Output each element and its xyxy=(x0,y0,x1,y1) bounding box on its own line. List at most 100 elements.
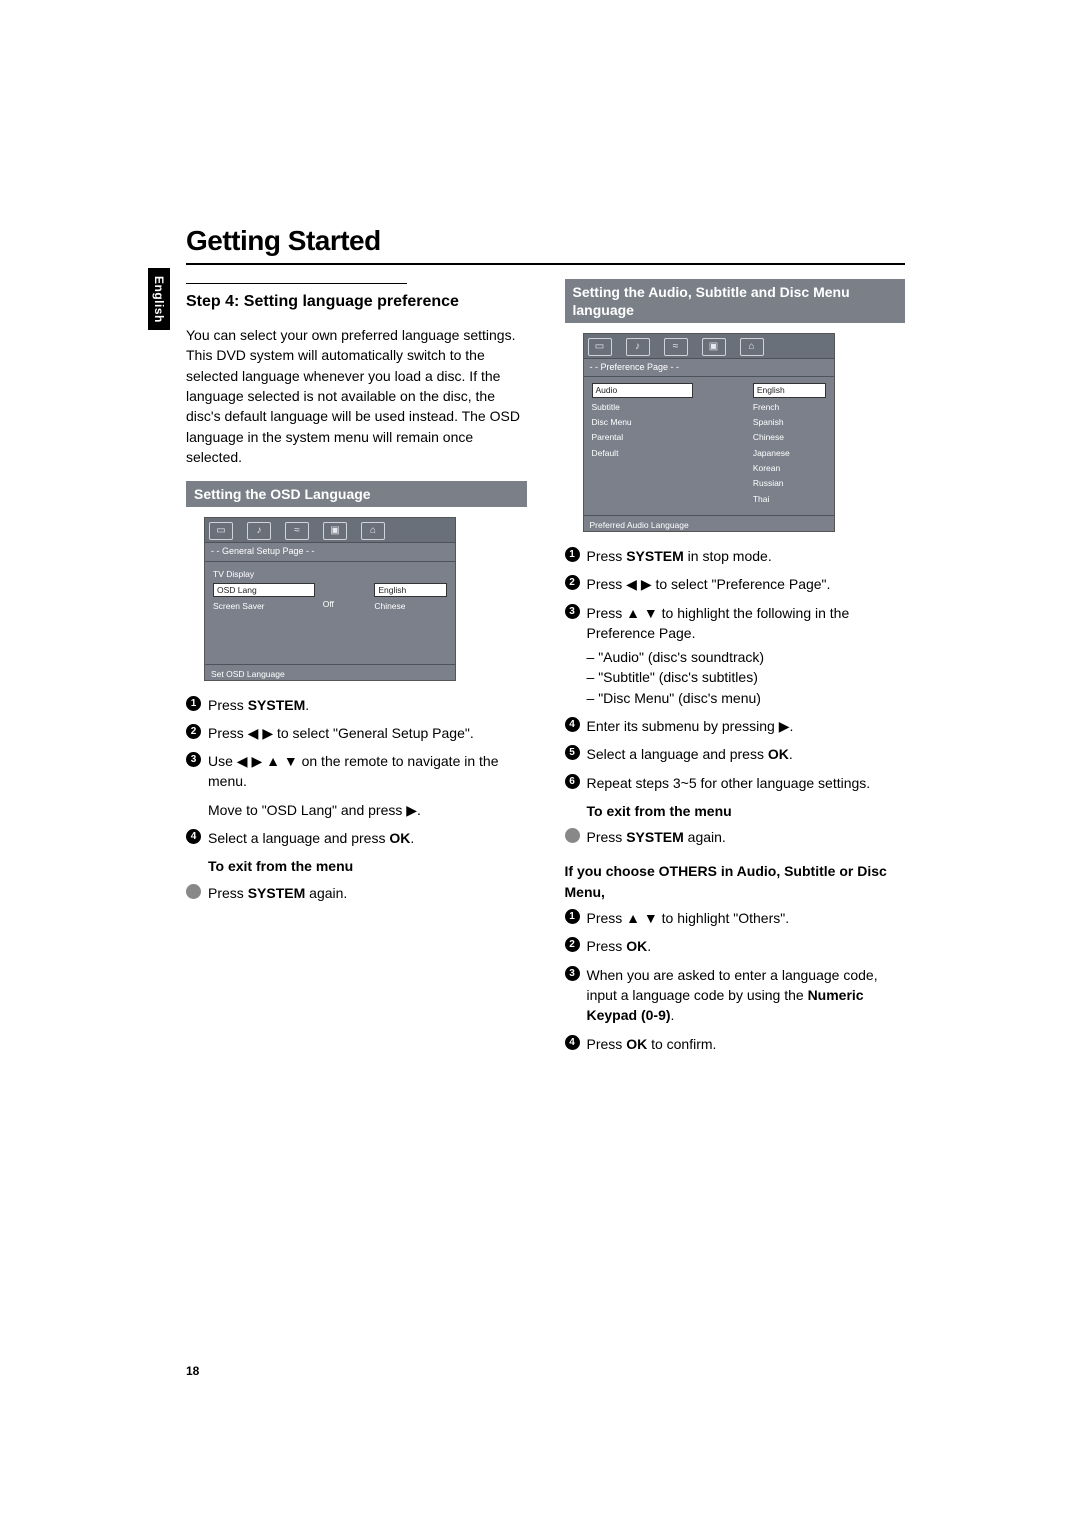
osd-menu-item: Screen Saver xyxy=(213,600,315,612)
step-text: Repeat steps 3~5 for other language sett… xyxy=(587,775,871,791)
osd-banner: - - Preference Page - - xyxy=(584,358,834,377)
step-text: Press SYSTEM again. xyxy=(208,885,347,901)
osd-option: Chinese xyxy=(753,431,826,443)
osd-option: Spanish xyxy=(753,416,826,428)
osd-value: Off xyxy=(323,598,367,610)
osd-menu-item-selected: OSD Lang xyxy=(213,583,315,597)
bullet-icon xyxy=(565,828,580,843)
osd-option: Japanese xyxy=(753,447,826,459)
left-column: Step 4: Setting language preference You … xyxy=(186,279,527,1062)
step-number-icon: 6 xyxy=(565,774,580,789)
step-item: 3 Use ◀ ▶ ▲ ▼ on the remote to navigate … xyxy=(186,751,527,820)
step-number-icon: 4 xyxy=(565,717,580,732)
exit-heading: To exit from the menu xyxy=(208,856,527,876)
two-column-layout: Step 4: Setting language preference You … xyxy=(186,279,905,1062)
title-rule xyxy=(186,263,905,265)
step-item: 2 Press OK. xyxy=(565,936,906,956)
step-number-icon: 2 xyxy=(186,724,201,739)
step-item: 4 Select a language and press OK. xyxy=(186,828,527,848)
osd-menu-item-selected: Audio xyxy=(592,383,694,397)
osd-tab-bar: ▭ ♪ ≈ ▣ ⌂ xyxy=(584,334,834,358)
step-item: 1 Press SYSTEM. xyxy=(186,695,527,715)
step-item: 2 Press ◀ ▶ to select "General Setup Pag… xyxy=(186,723,527,743)
step-item: 1 Press SYSTEM in stop mode. xyxy=(565,546,906,566)
sub-item: "Subtitle" (disc's subtitles) xyxy=(587,667,906,687)
step-text: Press ▲ ▼ to highlight the following in … xyxy=(587,605,850,641)
osd-steps-list: 1 Press SYSTEM. 2 Press ◀ ▶ to select "G… xyxy=(186,695,527,849)
step-item: 1 Press ▲ ▼ to highlight "Others". xyxy=(565,908,906,928)
step-text: Press ◀ ▶ to select "Preference Page". xyxy=(587,576,831,592)
step-number-icon: 3 xyxy=(186,752,201,767)
sub-item: "Audio" (disc's soundtrack) xyxy=(587,647,906,667)
page-number: 18 xyxy=(186,1364,199,1378)
short-rule-left xyxy=(186,283,407,284)
osd-option: Russian xyxy=(753,477,826,489)
pref-steps-list: 1 Press SYSTEM in stop mode. 2 Press ◀ ▶… xyxy=(565,546,906,793)
bullet-item: Press SYSTEM again. xyxy=(186,883,527,903)
right-column: Setting the Audio, Subtitle and Disc Men… xyxy=(565,279,906,1062)
osd-option: Korean xyxy=(753,462,826,474)
video-icon: ▣ xyxy=(702,338,726,356)
step-heading: Step 4: Setting language preference xyxy=(186,290,527,313)
speaker-icon: ♪ xyxy=(626,338,650,356)
step-text: Use ◀ ▶ ▲ ▼ on the remote to navigate in… xyxy=(208,753,499,789)
language-tab: English xyxy=(148,268,170,330)
osd-body: TV Display OSD Lang Screen Saver Off Eng… xyxy=(205,562,455,664)
step-number-icon: 5 xyxy=(565,745,580,760)
step-text: Press SYSTEM in stop mode. xyxy=(587,548,772,564)
osd-footer: Preferred Audio Language xyxy=(584,515,834,531)
step-number-icon: 1 xyxy=(186,696,201,711)
osd-general-setup-screenshot: ▭ ♪ ≈ ▣ ⌂ - - General Setup Page - - TV … xyxy=(204,517,456,680)
exit-list: Press SYSTEM again. xyxy=(565,827,906,847)
exit-list: Press SYSTEM again. xyxy=(186,883,527,903)
tv-icon: ▭ xyxy=(588,338,612,356)
manual-page: English Getting Started Step 4: Setting … xyxy=(0,0,1080,1528)
step-number-icon: 1 xyxy=(565,547,580,562)
step-number-icon: 3 xyxy=(565,966,580,981)
speaker-icon: ♪ xyxy=(247,522,271,540)
others-heading: If you choose OTHERS in Audio, Subtitle … xyxy=(565,861,906,902)
step-text: Press OK to confirm. xyxy=(587,1036,717,1052)
step-text: Press ▲ ▼ to highlight "Others". xyxy=(587,910,790,926)
step-item: 3 Press ▲ ▼ to highlight the following i… xyxy=(565,603,906,708)
step-item: 5 Select a language and press OK. xyxy=(565,744,906,764)
sub-item: "Disc Menu" (disc's menu) xyxy=(587,688,906,708)
step-number-icon: 1 xyxy=(565,909,580,924)
lock-icon: ⌂ xyxy=(740,338,764,356)
step-item: 2 Press ◀ ▶ to select "Preference Page". xyxy=(565,574,906,594)
osd-menu-item: Subtitle xyxy=(592,401,694,413)
step-text: Press OK. xyxy=(587,938,652,954)
osd-body: Audio Subtitle Disc Menu Parental Defaul… xyxy=(584,377,834,515)
bullet-icon xyxy=(186,884,201,899)
osd-menu-item: TV Display xyxy=(213,568,315,580)
step-text: Press SYSTEM again. xyxy=(587,829,726,845)
step-text-continued: Move to "OSD Lang" and press ▶. xyxy=(208,800,527,820)
exit-heading: To exit from the menu xyxy=(587,801,906,821)
osd-tab-bar: ▭ ♪ ≈ ▣ ⌂ xyxy=(205,518,455,542)
others-steps-list: 1 Press ▲ ▼ to highlight "Others". 2 Pre… xyxy=(565,908,906,1054)
page-title: Getting Started xyxy=(186,225,905,257)
step-text: Select a language and press OK. xyxy=(208,830,414,846)
section-bar-audio-subtitle: Setting the Audio, Subtitle and Disc Men… xyxy=(565,279,906,323)
osd-banner: - - General Setup Page - - xyxy=(205,542,455,561)
step-number-icon: 4 xyxy=(186,829,201,844)
osd-preference-page-screenshot: ▭ ♪ ≈ ▣ ⌂ - - Preference Page - - Audio … xyxy=(583,333,835,532)
step-text: Press ◀ ▶ to select "General Setup Page"… xyxy=(208,725,474,741)
dolby-icon: ≈ xyxy=(664,338,688,356)
step-item: 4 Press OK to confirm. xyxy=(565,1034,906,1054)
section-bar-osd-language: Setting the OSD Language xyxy=(186,481,527,507)
osd-menu-item: Parental xyxy=(592,431,694,443)
osd-option-selected: English xyxy=(753,383,826,397)
step-item: 6 Repeat steps 3~5 for other language se… xyxy=(565,773,906,793)
step-number-icon: 2 xyxy=(565,937,580,952)
osd-menu-item: Default xyxy=(592,447,694,459)
step-number-icon: 2 xyxy=(565,575,580,590)
osd-option: French xyxy=(753,401,826,413)
step-number-icon: 4 xyxy=(565,1035,580,1050)
intro-paragraph: You can select your own preferred langua… xyxy=(186,325,527,467)
step-item: 3 When you are asked to enter a language… xyxy=(565,965,906,1026)
bullet-item: Press SYSTEM again. xyxy=(565,827,906,847)
step-item: 4 Enter its submenu by pressing ▶. xyxy=(565,716,906,736)
step-text: Press SYSTEM. xyxy=(208,697,309,713)
sub-list: "Audio" (disc's soundtrack) "Subtitle" (… xyxy=(587,647,906,708)
